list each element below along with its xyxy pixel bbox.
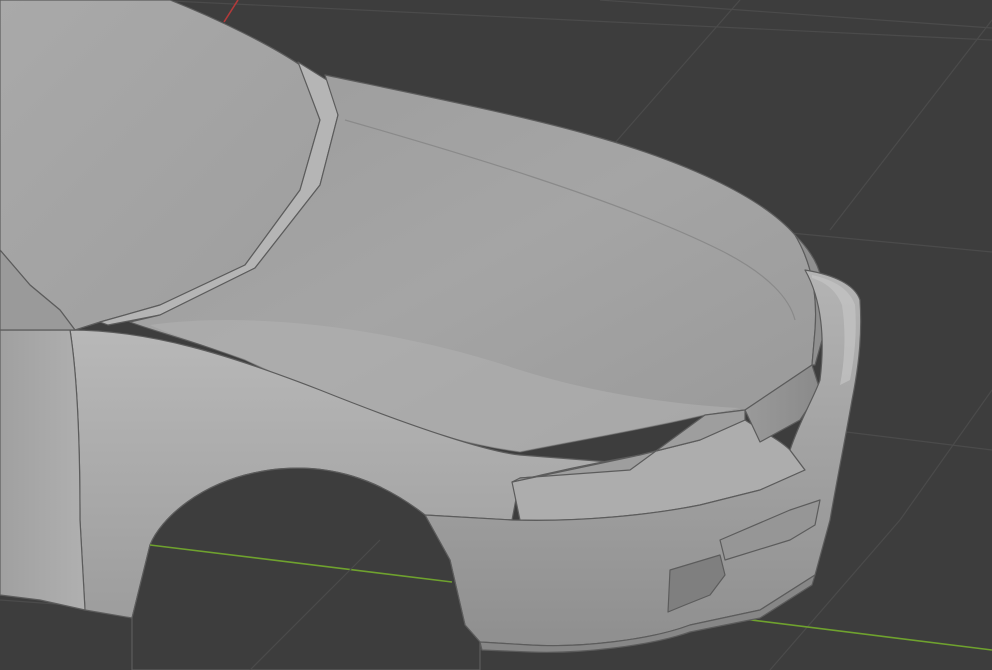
3d-viewport[interactable] — [0, 0, 992, 670]
car-body-model[interactable] — [0, 0, 862, 670]
door-panel[interactable] — [0, 329, 86, 611]
viewport-canvas[interactable] — [0, 0, 992, 670]
